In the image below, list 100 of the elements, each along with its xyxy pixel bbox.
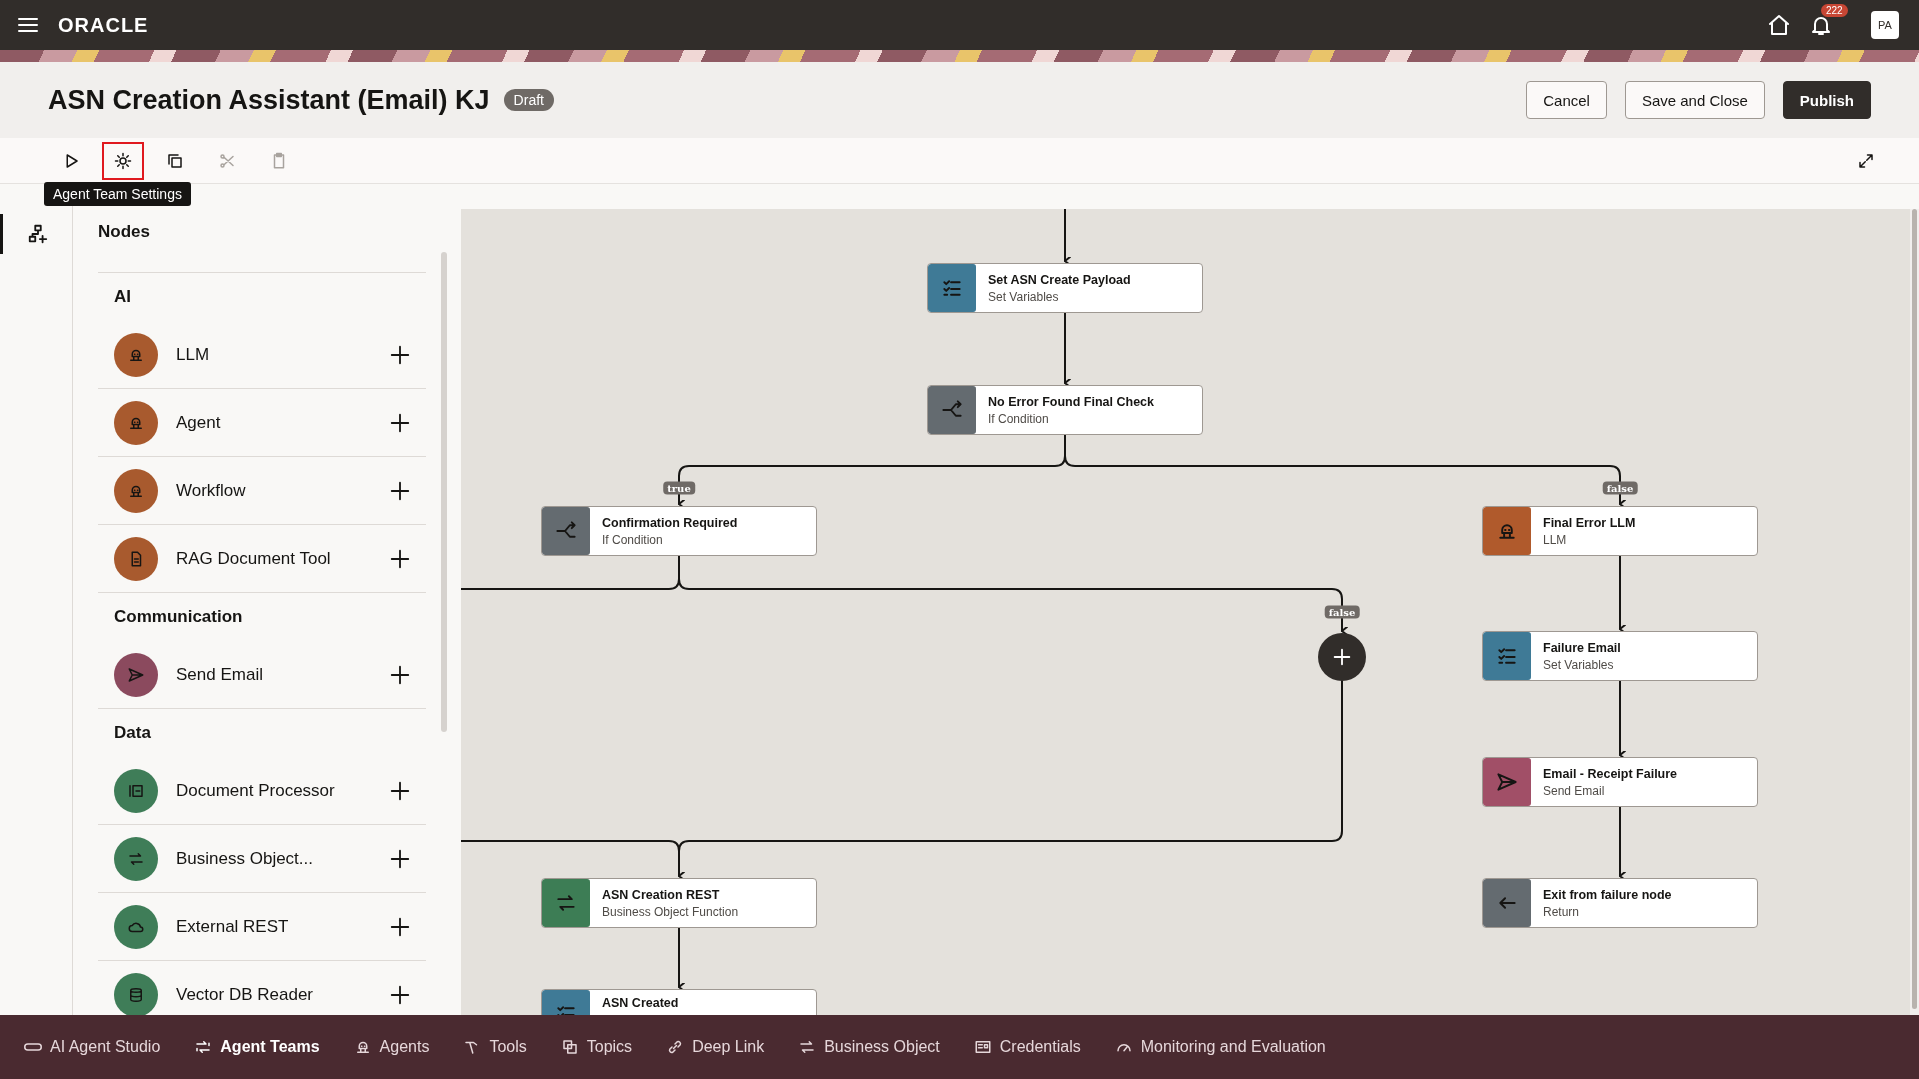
- node-title: No Error Found Final Check: [988, 394, 1154, 409]
- nav-link[interactable]: Monitoring and Evaluation: [1114, 1038, 1326, 1056]
- node-type: If Condition: [988, 411, 1050, 426]
- nav-link[interactable]: AI Agent Studio: [24, 1038, 161, 1056]
- status-badge: Draft: [503, 89, 554, 111]
- header-button[interactable]: Cancel: [1526, 81, 1607, 119]
- node-type-label: LLM: [176, 344, 211, 365]
- node-title: ASN Creation REST: [602, 887, 721, 902]
- add-icon[interactable]: [389, 479, 411, 502]
- section-heading: AI: [113, 286, 132, 308]
- node-title: Confirmation Required: [602, 515, 738, 530]
- branch-icon: [542, 507, 590, 555]
- node-card[interactable]: No Error Found Final Check If Condition: [927, 385, 1203, 435]
- node-title: Failure Email: [1543, 640, 1621, 655]
- node-card[interactable]: Failure Email Set Variables: [1482, 631, 1758, 681]
- nav-link[interactable]: Business Object: [798, 1038, 940, 1056]
- scrollbar-thumb[interactable]: [441, 252, 447, 732]
- node-type: Return: [1543, 904, 1581, 919]
- scrollbar-thumb[interactable]: [1912, 209, 1917, 1009]
- copy-icon: [166, 151, 184, 170]
- document-icon: [114, 536, 158, 581]
- node-title: Exit from failure node: [1543, 887, 1672, 902]
- node-card[interactable]: Final Error LLM LLM: [1482, 506, 1758, 556]
- section-heading: Data: [113, 722, 152, 744]
- database-icon: [114, 972, 158, 1015]
- panel-title: Nodes: [98, 222, 150, 243]
- nav-link[interactable]: Topics: [560, 1038, 633, 1056]
- branch-icon: [928, 386, 976, 434]
- add-icon[interactable]: [389, 547, 411, 570]
- node-card[interactable]: Email - Receipt Failure Send Email: [1482, 757, 1758, 807]
- node-card[interactable]: Set ASN Create Payload Set Variables: [927, 263, 1203, 313]
- add-icon[interactable]: [389, 411, 411, 434]
- nav-link[interactable]: Credentials: [973, 1038, 1081, 1056]
- add-icon[interactable]: [389, 343, 411, 366]
- node-type: Set Variables: [1543, 657, 1615, 672]
- node-title: Set ASN Create Payload: [988, 272, 1131, 287]
- nav-link[interactable]: Agents: [353, 1038, 430, 1056]
- nav-link[interactable]: Agent Teams: [194, 1038, 320, 1056]
- node-title: Final Error LLM: [1543, 515, 1636, 530]
- add-icon: [1331, 646, 1353, 668]
- robot-icon: [114, 400, 158, 445]
- robot-icon: [114, 332, 158, 377]
- node-title: ASN Created: [602, 996, 679, 1010]
- processor-icon: [114, 768, 158, 813]
- settings-button[interactable]: [102, 141, 144, 180]
- id-card-icon: [973, 1038, 992, 1056]
- send-icon: [114, 652, 158, 697]
- exchange-icon: [114, 836, 158, 881]
- add-icon[interactable]: [389, 983, 411, 1006]
- node-card[interactable]: ASN Creation REST Business Object Function: [541, 878, 817, 928]
- node-type-label: Business Object...: [176, 848, 314, 869]
- node-card[interactable]: Confirmation Required If Condition: [541, 506, 817, 556]
- node-type: Set Variables: [988, 289, 1060, 304]
- branch-label: false: [1324, 605, 1360, 619]
- exchange-icon: [798, 1038, 817, 1056]
- node-type: Business Object Function: [602, 904, 739, 919]
- home-icon[interactable]: [1767, 13, 1791, 37]
- node-type: LLM: [1543, 532, 1568, 547]
- add-node-diagram-icon: [26, 223, 49, 245]
- node-title: Email - Receipt Failure: [1543, 766, 1678, 781]
- add-icon[interactable]: [389, 847, 411, 870]
- settings-icon: [114, 151, 132, 170]
- node-type-label: Document Processor: [176, 780, 336, 801]
- scissors-icon: [218, 151, 236, 170]
- node-type: Send Email: [1543, 783, 1606, 798]
- add-icon[interactable]: [389, 915, 411, 938]
- tooltip: Agent Team Settings: [44, 182, 191, 206]
- robot-icon: [1483, 507, 1531, 555]
- notification-count: 222: [1821, 4, 1848, 17]
- expand-icon[interactable]: [1857, 151, 1875, 170]
- node-card[interactable]: Exit from failure node Return: [1482, 878, 1758, 928]
- checklist-icon: [1483, 632, 1531, 680]
- nav-link[interactable]: Tools: [463, 1038, 527, 1056]
- node-type-label: Send Email: [176, 664, 264, 685]
- node-type-label: RAG Document Tool: [176, 548, 332, 569]
- node-type-label: Agent: [176, 412, 222, 433]
- node-card[interactable]: ASN Created: [541, 989, 817, 1015]
- exchange-icon: [542, 879, 590, 927]
- section-heading: Communication: [113, 606, 244, 628]
- branch-label: true: [663, 481, 695, 495]
- nav-link[interactable]: Deep Link: [666, 1038, 765, 1056]
- header-button[interactable]: Save and Close: [1624, 81, 1765, 119]
- node-type: If Condition: [602, 532, 664, 547]
- user-avatar[interactable]: PA: [1871, 11, 1899, 39]
- checklist-icon: [928, 264, 976, 312]
- add-node-button[interactable]: [1318, 633, 1366, 681]
- add-icon[interactable]: [389, 779, 411, 802]
- robot-icon: [114, 468, 158, 513]
- connector-line: [1064, 209, 1071, 266]
- page-title: ASN Creation Assistant (Email) KJ: [48, 84, 490, 116]
- connector-line: [678, 927, 685, 992]
- branch-label: false: [1602, 481, 1638, 495]
- stacked-squares-icon: [560, 1038, 579, 1056]
- logo: ORACLE: [58, 13, 149, 37]
- node-type-label: External REST: [176, 916, 290, 937]
- exchange-icon: [194, 1038, 213, 1056]
- node-type-label: Vector DB Reader: [176, 984, 314, 1005]
- add-icon[interactable]: [389, 663, 411, 686]
- node-type-label: Workflow: [176, 480, 247, 501]
- publish-button[interactable]: Publish: [1782, 81, 1871, 119]
